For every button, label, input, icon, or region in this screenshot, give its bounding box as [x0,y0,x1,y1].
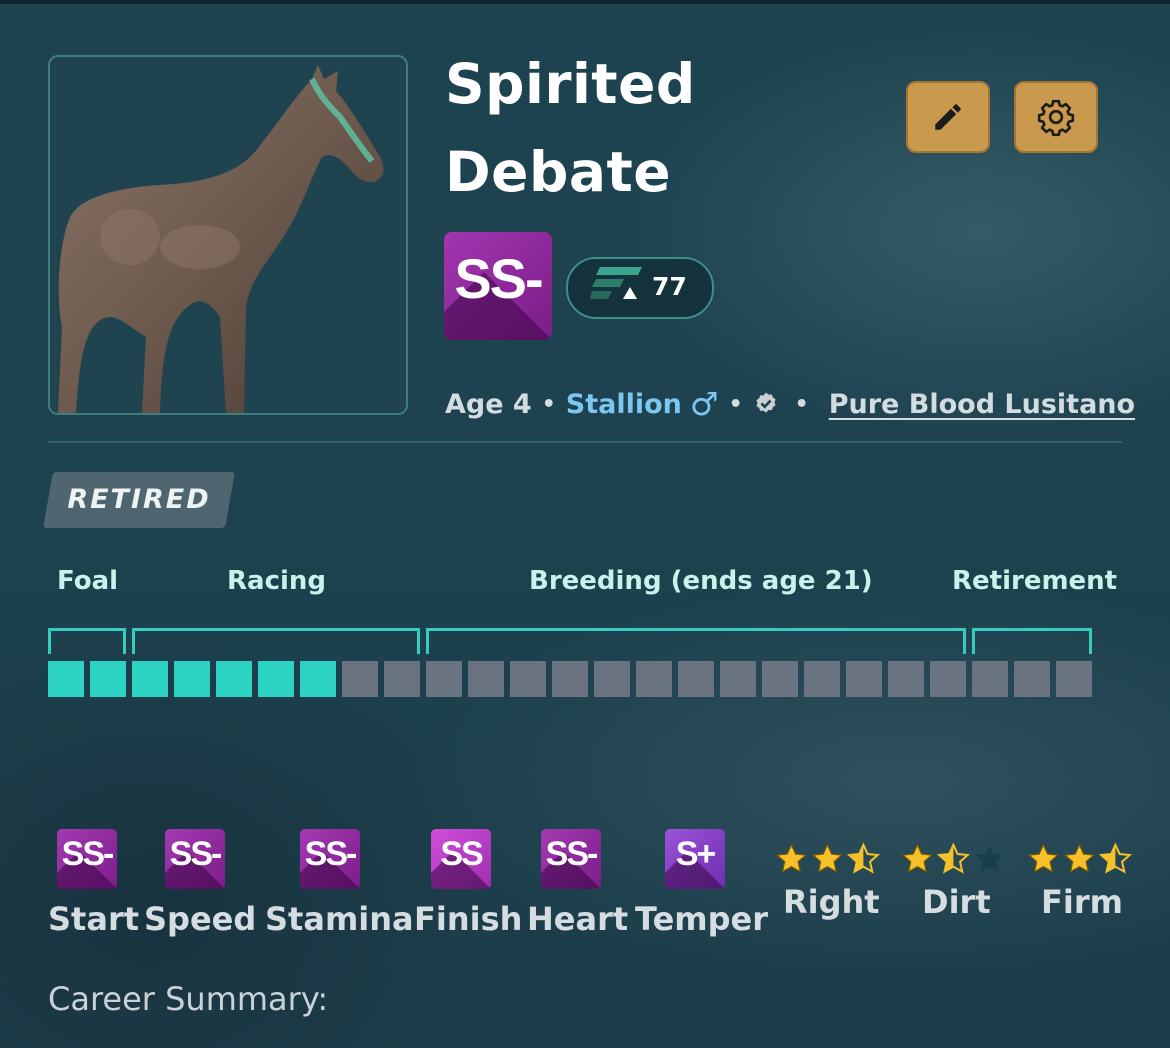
phase-bracket-retirement [972,628,1092,654]
star-icon [775,843,807,873]
male-symbol-icon: ♂ [689,385,719,423]
star-icon [846,842,881,874]
stat-grade-finish: SS [431,829,491,889]
horse-meta: Age 4 • Stallion ♂ • • Pure Blood Lusita… [445,385,1135,423]
phase-bracket-breeding [426,628,966,654]
timeline-year-cell [342,661,378,697]
pencil-icon [935,104,961,130]
settings-button[interactable] [1014,81,1098,153]
horse-name-line-1: Spirited [445,52,696,116]
star-icon [811,843,843,873]
verified-badge-icon [756,392,776,413]
horse-portrait [48,55,408,415]
timeline-year-cell [888,661,924,697]
timeline-year-cell [48,661,84,697]
separator-dot: • [794,391,809,417]
timeline-year-cell [972,661,1008,697]
separator-dot: • [541,391,556,417]
timeline-year-cell [1056,661,1092,697]
timeline-year-cell [594,661,630,697]
stat-grade-stamina: SS- [300,829,360,889]
rating-value: 77 [652,272,687,301]
phase-label-foal: Foal [57,566,119,596]
pref-label-dirt: Dirt [922,883,991,921]
age-text: Age 4 [445,388,532,420]
star-icon [901,843,933,873]
rating-stars-firm [1026,840,1138,878]
timeline-year-cell [510,661,546,697]
timeline-year-cell [720,661,756,697]
timeline-year-cell [90,661,126,697]
horse-name-line-2: Debate [445,140,672,204]
timeline-year-cell [678,661,714,697]
timeline-year-cell [804,661,840,697]
stat-label-finish: Finish [414,900,523,938]
overall-grade-badge: SS- [444,232,552,340]
rating-stars-right [774,840,886,878]
timeline-year-cell [174,661,210,697]
star-icon [1098,842,1133,874]
sex-text: Stallion [565,388,682,420]
timeline-year-cell [216,661,252,697]
star-icon [975,844,1004,872]
timeline-year-cell [846,661,882,697]
stat-label-start: Start [48,900,140,938]
separator-dot: • [728,391,743,417]
star-icon [1027,843,1059,873]
stat-label-heart: Heart [527,900,629,938]
stat-label-temper: Temper [635,900,769,938]
edit-button[interactable] [906,81,990,153]
overall-grade-text: SS- [454,247,543,310]
rating-logo-icon [590,267,642,299]
rating-stars-dirt [900,840,1012,878]
stat-grade-start: SS- [57,829,117,889]
career-summary-heading: Career Summary: [48,980,329,1018]
top-edge [0,0,1170,4]
stat-label-stamina: Stamina [265,900,414,938]
gear-icon [1037,99,1075,137]
timeline-year-cell [384,661,420,697]
breed-link[interactable]: Pure Blood Lusitano [829,389,1135,420]
horse-name: Spirited Debate [445,40,865,216]
star-icon [936,842,971,874]
stat-grade-temper: S+ [665,829,725,889]
timeline-year-cell [762,661,798,697]
pref-label-right: Right [783,883,880,921]
timeline-year-cell [258,661,294,697]
phase-bracket-foal [48,628,126,654]
phase-label-racing: Racing [227,566,327,596]
phase-label-breeding: Breeding (ends age 21) [529,566,873,596]
status-badge: RETIRED [67,484,211,515]
divider [48,441,1122,443]
phase-bracket-racing [132,628,420,654]
stat-grade-speed: SS- [165,829,225,889]
timeline-year-cell [636,661,672,697]
phase-label-retirement: Retirement [952,566,1118,596]
stat-grade-heart: SS- [541,829,601,889]
pref-label-firm: Firm [1041,883,1123,921]
timeline-year-cell [468,661,504,697]
timeline-year-cell [426,661,462,697]
timeline-year-cell [132,661,168,697]
timeline-year-cell [552,661,588,697]
star-icon [1063,843,1095,873]
timeline-year-cell [930,661,966,697]
timeline-year-cell [300,661,336,697]
timeline-year-cell [1014,661,1050,697]
rating-pill[interactable]: 77 [566,257,714,319]
stat-label-speed: Speed [144,900,257,938]
